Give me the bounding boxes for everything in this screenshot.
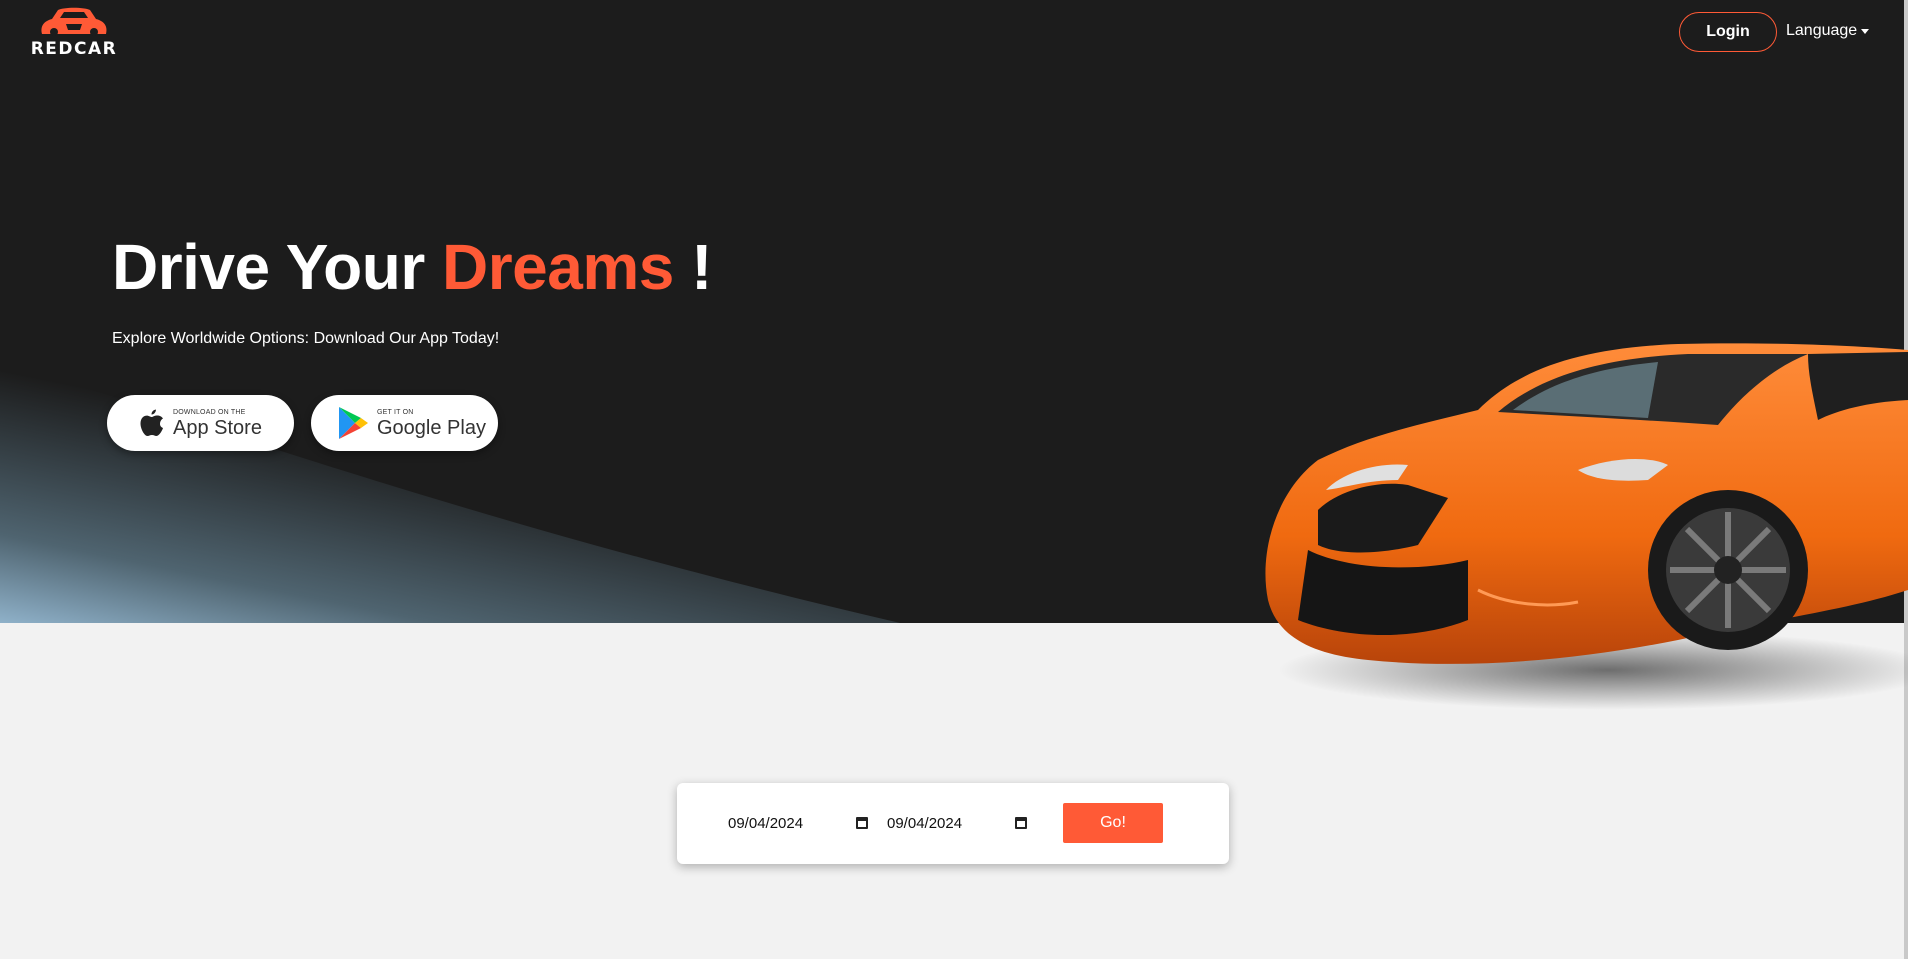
calendar-icon[interactable] [856, 817, 868, 829]
brand-name: REDCAR [30, 39, 118, 59]
brand-logo[interactable]: REDCAR [22, 6, 126, 59]
language-dropdown[interactable]: Language [1786, 22, 1870, 40]
end-date-input[interactable]: 09/04/2024 [887, 803, 1027, 843]
app-store-big-text: App Store [173, 416, 262, 439]
google-play-big-text: Google Play [377, 416, 486, 439]
headline-accent: Dreams [442, 231, 674, 303]
chevron-down-icon [1861, 28, 1870, 34]
google-play-icon [339, 407, 368, 439]
end-date-value: 09/04/2024 [887, 814, 963, 832]
app-store-button[interactable]: Download on the App Store [107, 395, 294, 451]
hero-subheadline: Explore Worldwide Options: Download Our … [112, 330, 500, 347]
hero-car-image [1265, 343, 1908, 710]
google-play-button[interactable]: GET IT ON Google Play [311, 395, 498, 451]
calendar-icon[interactable] [1015, 817, 1027, 829]
headline-text: Drive Your [112, 231, 443, 303]
start-date-input[interactable]: 09/04/2024 [728, 803, 868, 843]
redcar-logo-icon [41, 7, 107, 36]
language-label: Language [1786, 22, 1858, 39]
app-store-small-text: Download on the [173, 408, 246, 416]
go-button[interactable]: Go! [1063, 803, 1163, 843]
hero-headline: Drive Your Dreams ! [112, 230, 712, 304]
apple-icon [140, 409, 163, 436]
headline-suffix: ! [673, 231, 712, 303]
google-play-small-text: GET IT ON [377, 408, 414, 416]
booking-form: 09/04/2024 09/04/2024 Go! [677, 783, 1229, 864]
login-button[interactable]: Login [1679, 12, 1777, 52]
start-date-value: 09/04/2024 [728, 814, 804, 832]
